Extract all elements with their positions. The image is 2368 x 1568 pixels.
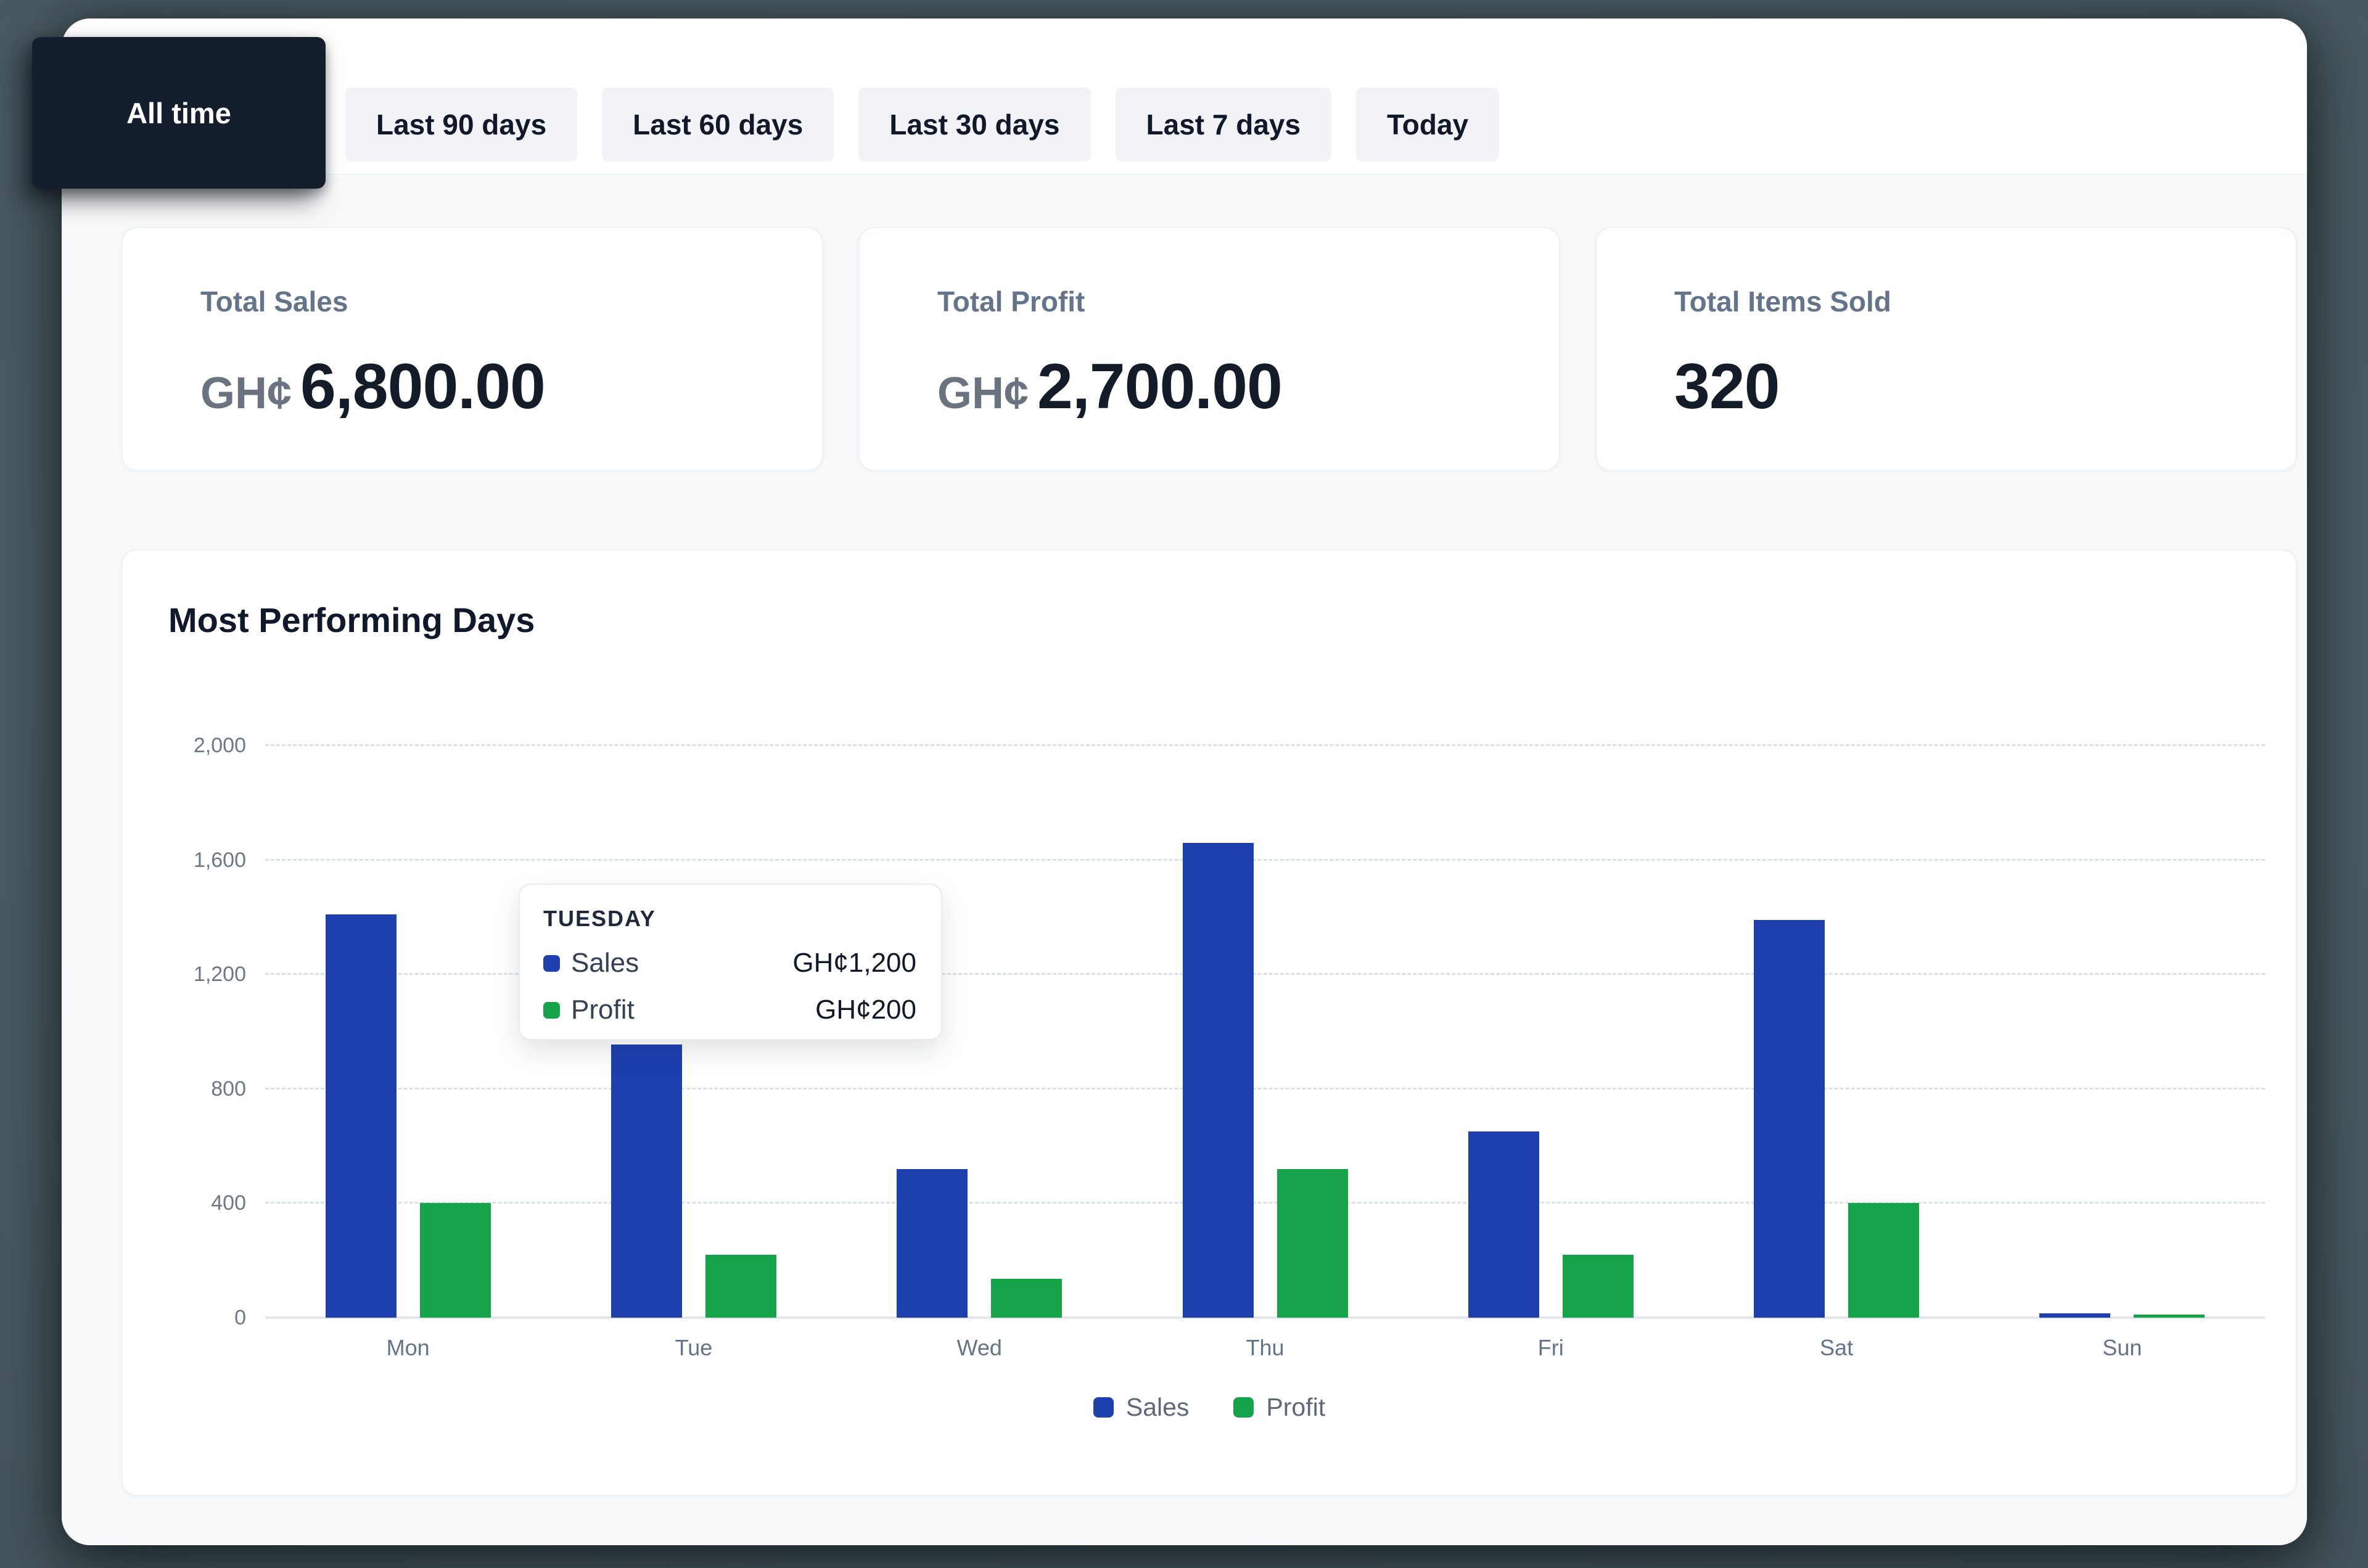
legend-label-profit: Profit — [1266, 1393, 1325, 1422]
gridline-1600 — [265, 859, 2265, 861]
sales-bar-sun[interactable] — [2039, 1313, 2110, 1318]
filter-header: Last 90 days Last 60 days Last 30 days Last… — [62, 18, 2307, 175]
total-sales-card: Total Sales GH¢ 6,800.00 — [121, 227, 823, 471]
total-profit-value-row: GH¢ 2,700.00 — [937, 350, 1522, 424]
x-axis-line — [265, 1316, 2265, 1319]
x-axis-label-sat: Sat — [1820, 1335, 1853, 1361]
filter-button-last-90-days[interactable]: Last 90 days — [345, 88, 577, 162]
profit-bar-thu[interactable] — [1277, 1169, 1348, 1318]
most-performing-days-chart-card: Most Performing Days 0 400 800 1,200 1,600 2,… — [121, 549, 2297, 1496]
sales-bar-mon[interactable] — [326, 914, 397, 1318]
sales-bar-wed[interactable] — [897, 1169, 968, 1318]
y-axis-tick-0: 0 — [129, 1304, 246, 1331]
profit-bar-mon[interactable] — [420, 1203, 491, 1318]
filter-button-last-60-days[interactable]: Last 60 days — [602, 88, 834, 162]
sales-bar-sat[interactable] — [1754, 920, 1825, 1318]
app-background: { "filters": { "selected": "All time", "… — [0, 0, 2368, 1568]
currency-prefix: GH¢ — [937, 368, 1029, 419]
gridline-400 — [265, 1202, 2265, 1204]
filter-button-today[interactable]: Today — [1356, 88, 1499, 162]
x-axis-label-thu: Thu — [1246, 1335, 1284, 1361]
tooltip-profit-row: Profit GH¢200 — [543, 995, 916, 1025]
tooltip-profit-value: GH¢200 — [815, 995, 916, 1025]
gridline-2000 — [265, 744, 2265, 746]
filter-button-last-30-days[interactable]: Last 30 days — [858, 88, 1090, 162]
sales-swatch-icon — [543, 955, 560, 972]
chart-title: Most Performing Days — [168, 600, 535, 640]
total-profit-card: Total Profit GH¢ 2,700.00 — [858, 227, 1560, 471]
profit-bar-wed[interactable] — [991, 1279, 1062, 1318]
y-axis-tick-1600: 1,600 — [129, 847, 246, 874]
x-axis-label-wed: Wed — [957, 1335, 1002, 1361]
total-sales-value: 6,800.00 — [300, 350, 545, 424]
filter-button-all-time[interactable]: All time — [32, 37, 326, 189]
sales-bar-thu[interactable] — [1183, 843, 1254, 1318]
total-sales-value-row: GH¢ 6,800.00 — [200, 350, 785, 424]
tooltip-profit-label: Profit — [571, 995, 635, 1025]
x-axis-label-sun: Sun — [2102, 1335, 2142, 1361]
total-profit-value: 2,700.00 — [1037, 350, 1282, 424]
total-items-sold-value: 320 — [1674, 350, 1780, 424]
legend-item-sales[interactable]: Sales — [1093, 1393, 1190, 1422]
tooltip-sales-value: GH¢1,200 — [792, 948, 916, 979]
total-items-sold-value-row: 320 — [1674, 350, 2259, 424]
tooltip-sales-row: Sales GH¢1,200 — [543, 948, 916, 979]
profit-swatch-icon — [1233, 1397, 1254, 1418]
total-profit-label: Total Profit — [937, 285, 1522, 318]
tooltip-day-title: TUESDAY — [543, 906, 916, 932]
stats-row: Total Sales GH¢ 6,800.00 Total Profit GH… — [121, 227, 2297, 471]
x-axis-label-fri: Fri — [1538, 1335, 1564, 1361]
total-items-sold-label: Total Items Sold — [1674, 285, 2259, 318]
gridline-800 — [265, 1088, 2265, 1090]
profit-swatch-icon — [543, 1002, 560, 1019]
x-axis-label-mon: Mon — [387, 1335, 430, 1361]
profit-bar-sun[interactable] — [2134, 1315, 2205, 1318]
time-filter-row: Last 90 days Last 60 days Last 30 days Last… — [345, 88, 1499, 162]
legend-item-profit[interactable]: Profit — [1233, 1393, 1325, 1422]
y-axis-tick-400: 400 — [129, 1189, 246, 1217]
y-axis-tick-800: 800 — [129, 1075, 246, 1102]
profit-bar-fri[interactable] — [1563, 1255, 1634, 1318]
y-axis-tick-1200: 1,200 — [129, 961, 246, 988]
sales-bar-fri[interactable] — [1468, 1131, 1539, 1318]
profit-bar-sat[interactable] — [1848, 1203, 1919, 1318]
dashboard-content: Total Sales GH¢ 6,800.00 Total Profit GH… — [62, 176, 2307, 1545]
tooltip-sales-label: Sales — [571, 948, 639, 979]
total-items-sold-card: Total Items Sold 320 — [1595, 227, 2297, 471]
filter-button-last-7-days[interactable]: Last 7 days — [1116, 88, 1332, 162]
sales-bar-tue[interactable] — [611, 1045, 682, 1318]
currency-prefix: GH¢ — [200, 368, 292, 419]
chart-legend: Sales Profit — [123, 1393, 2296, 1422]
chart-tooltip: TUESDAY Sales GH¢1,200 Profit GH¢200 — [519, 884, 942, 1040]
sales-swatch-icon — [1093, 1397, 1114, 1418]
total-sales-label: Total Sales — [200, 285, 785, 318]
profit-bar-tue[interactable] — [705, 1255, 776, 1318]
x-axis-label-tue: Tue — [675, 1335, 713, 1361]
y-axis-tick-2000: 2,000 — [129, 732, 246, 759]
dashboard-panel: Last 90 days Last 60 days Last 30 days Last… — [62, 18, 2307, 1545]
legend-label-sales: Sales — [1126, 1393, 1190, 1422]
